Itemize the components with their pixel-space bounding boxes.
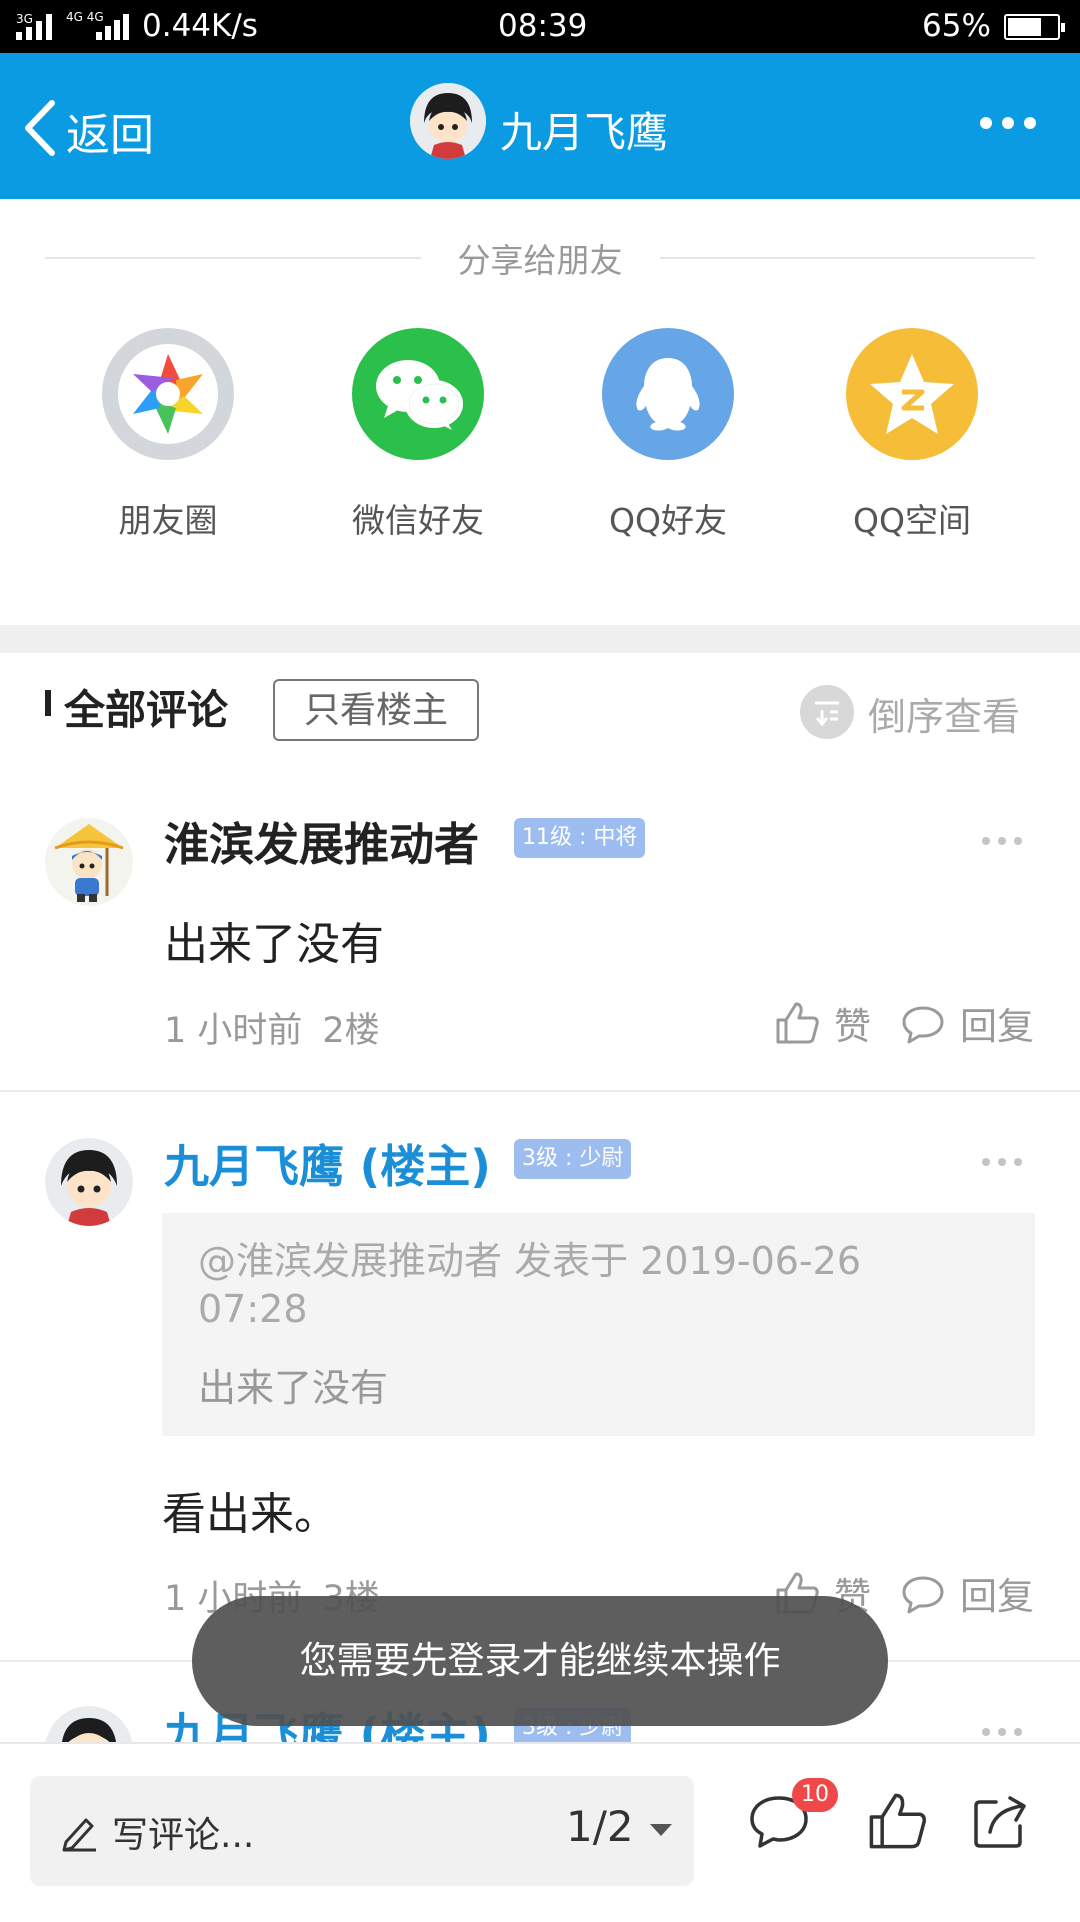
sort-icon (800, 685, 854, 739)
battery-icon (1004, 14, 1065, 40)
login-required-toast: 您需要先登录才能继续本操作 (192, 1596, 888, 1726)
like-label: 赞 (834, 1005, 871, 1048)
signal-icon: 3G (14, 12, 56, 40)
speech-bubble-icon (902, 1006, 944, 1044)
comment-username-op[interactable]: 九月飞鹰 (楼主) (164, 1130, 491, 1195)
reverse-order-button[interactable]: 倒序查看 (800, 680, 1040, 744)
level-badge: 11级 : 中将 (514, 818, 646, 858)
avatar[interactable] (45, 1706, 133, 1742)
signal-icon-4g: 4G 4G (66, 10, 134, 40)
only-op-button[interactable]: 只看楼主 (273, 679, 479, 741)
page-indicator[interactable]: 1/2 (566, 1802, 634, 1851)
comments-button[interactable]: 10 (744, 1778, 838, 1860)
quote-header: @淮滨发展推动者 发表于 2019-06-26 07:28 (198, 1239, 861, 1331)
status-bar: 3G 4G 4G 0.44K/s 08:39 65% (0, 0, 1080, 53)
divider (0, 1090, 1080, 1092)
share-qq-button[interactable]: QQ好友 (568, 328, 768, 542)
level-badge: 3级 : 少尉 (514, 1139, 632, 1179)
moments-icon (102, 328, 234, 460)
wechat-icon (352, 328, 484, 460)
network-speed: 0.44K/s (142, 8, 258, 44)
reply-button[interactable]: 回复 (900, 1566, 1040, 1622)
back-button[interactable]: 返回 (16, 83, 176, 169)
share-icon (974, 1796, 1026, 1848)
avatar[interactable] (45, 818, 133, 906)
comment-time: 1 小时前 (164, 1011, 303, 1051)
top-nav-bar: 返回 九月飞鹰 (0, 53, 1080, 199)
share-post-button[interactable] (964, 1784, 1040, 1860)
share-qzone-label: QQ空间 (853, 501, 971, 540)
write-comment-placeholder: 写评论... (112, 1815, 255, 1856)
like-button[interactable]: 赞 (774, 996, 886, 1052)
share-qzone-button[interactable]: QQ空间 (812, 328, 1012, 542)
share-wechat-label: 微信好友 (352, 501, 484, 540)
nav-title: 九月飞鹰 (500, 108, 669, 157)
thumbs-up-icon (869, 1793, 926, 1849)
more-options-icon[interactable] (980, 117, 1036, 131)
comment-text: 看出来。 (162, 1489, 338, 1540)
quoted-comment: @淮滨发展推动者 发表于 2019-06-26 07:28 出来了没有 (162, 1213, 1035, 1436)
share-title: 分享给朋友 (457, 241, 623, 280)
comment-meta: 1 小时前 2楼 (164, 1002, 380, 1053)
comment-count-badge: 10 (792, 1778, 838, 1812)
reverse-order-label: 倒序查看 (868, 695, 1021, 739)
comment-more-icon[interactable] (982, 837, 1022, 845)
chevron-left-icon (25, 100, 55, 156)
like-post-button[interactable] (860, 1784, 936, 1860)
reply-label: 回复 (960, 1005, 1034, 1048)
bottom-bar: 写评论... 1/2 10 (0, 1742, 1080, 1922)
qq-icon (602, 328, 734, 460)
reply-label: 回复 (960, 1575, 1034, 1618)
caret-down-icon[interactable] (648, 1822, 674, 1838)
qzone-icon (846, 328, 978, 460)
battery-percent: 65% (922, 8, 991, 44)
share-wechat-button[interactable]: 微信好友 (318, 328, 518, 542)
comment-text: 出来了没有 (164, 919, 384, 970)
section-marker (45, 690, 51, 716)
speech-bubble-icon (902, 1576, 944, 1614)
clock: 08:39 (498, 8, 588, 44)
all-comments-title: 全部评论 (64, 686, 228, 734)
comment-more-icon[interactable] (982, 1728, 1022, 1736)
reply-button[interactable]: 回复 (900, 996, 1040, 1052)
back-label: 返回 (66, 110, 154, 161)
pencil-icon (62, 1818, 96, 1852)
avatar[interactable] (45, 1138, 133, 1226)
quote-text: 出来了没有 (198, 1366, 389, 1410)
share-qq-label: QQ好友 (609, 501, 727, 540)
comment-username[interactable]: 淮滨发展推动者 (164, 808, 479, 873)
author-avatar[interactable] (410, 83, 486, 159)
section-gap (0, 625, 1080, 653)
comment-more-icon[interactable] (982, 1158, 1022, 1166)
comment-floor: 2楼 (322, 1011, 380, 1051)
write-comment-box[interactable]: 写评论... 1/2 (30, 1776, 694, 1886)
thumbs-up-icon (776, 1002, 819, 1044)
share-moments-label: 朋友圈 (118, 501, 218, 540)
share-moments-button[interactable]: 朋友圈 (68, 328, 268, 542)
